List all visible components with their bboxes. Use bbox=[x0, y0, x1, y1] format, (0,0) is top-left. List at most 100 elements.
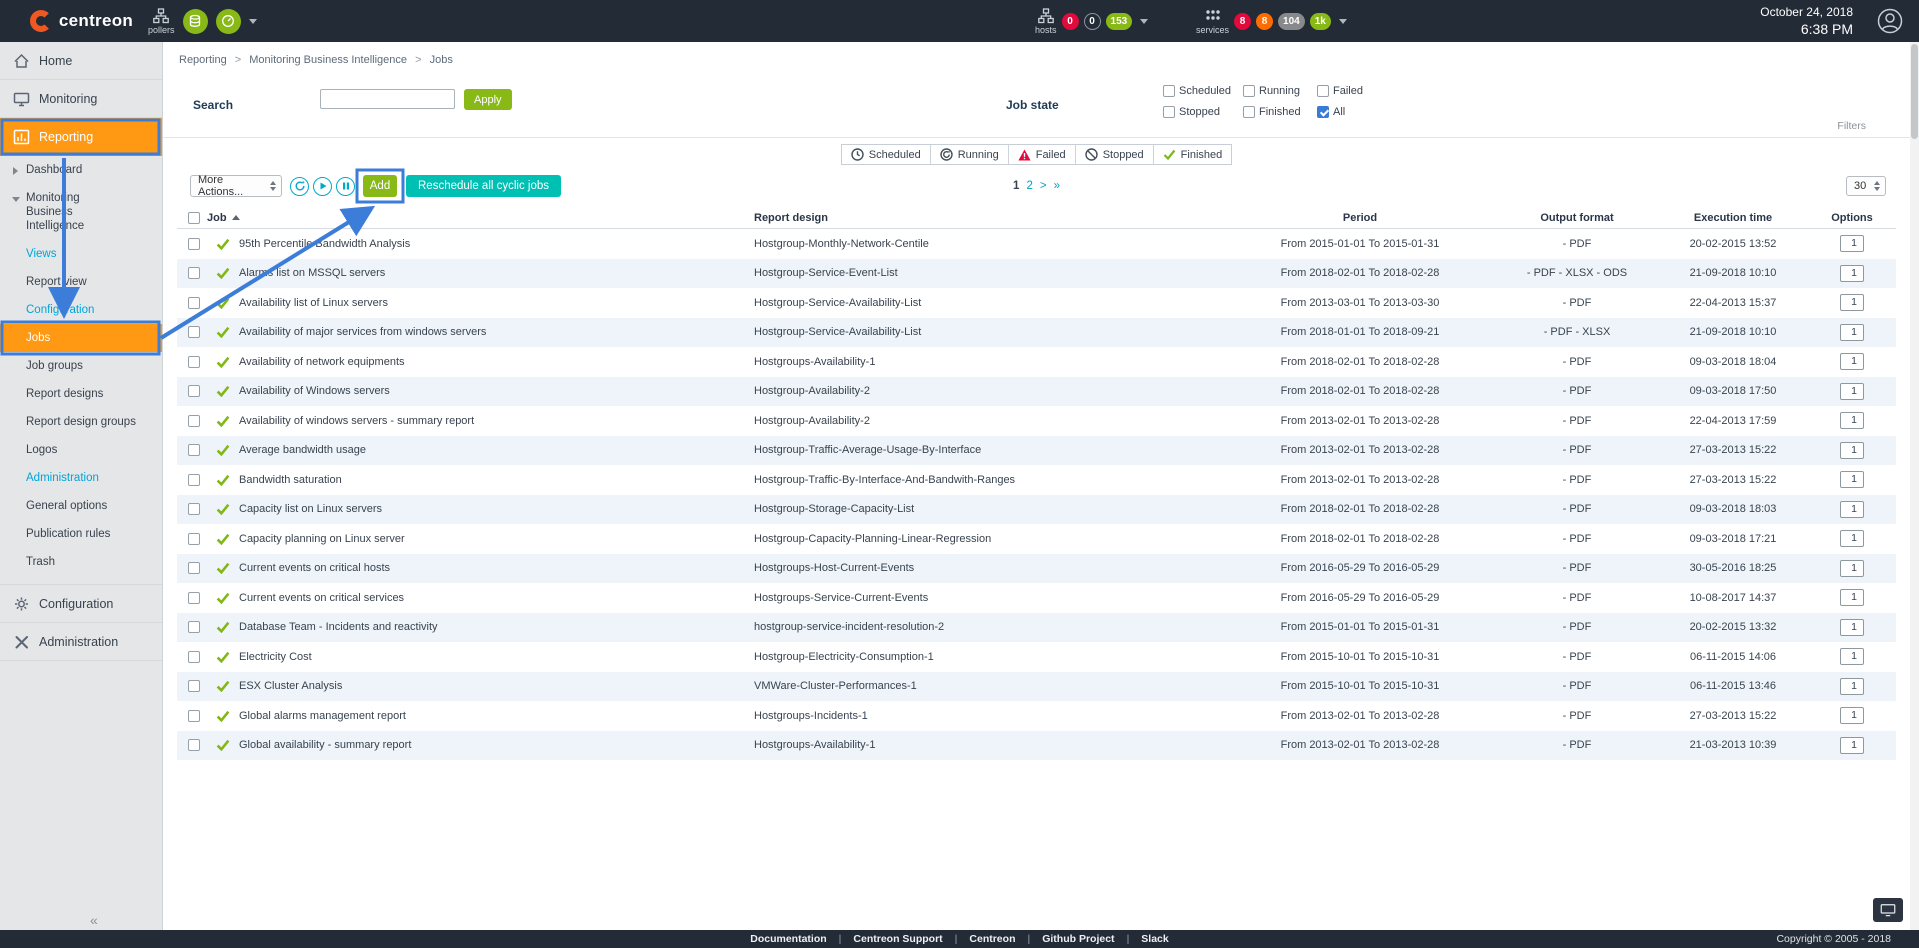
job-name-link[interactable]: Availability of network equipments bbox=[239, 356, 754, 368]
options-input[interactable]: 1 bbox=[1840, 530, 1864, 547]
job-name-link[interactable]: Availability of windows servers - summar… bbox=[239, 415, 754, 427]
job-name-link[interactable]: Current events on critical services bbox=[239, 592, 754, 604]
services-status-badge[interactable]: 1k bbox=[1310, 13, 1331, 30]
footer-link[interactable]: Documentation bbox=[750, 933, 853, 945]
row-checkbox[interactable] bbox=[188, 562, 200, 574]
breadcrumb-mbi[interactable]: Monitoring Business Intelligence bbox=[249, 54, 407, 66]
page-2-link[interactable]: 2 bbox=[1026, 180, 1032, 192]
job-name-link[interactable]: Alarms list on MSSQL servers bbox=[239, 267, 754, 279]
sidebar-item-general-options[interactable]: General options bbox=[0, 492, 162, 520]
page-next-link[interactable]: > bbox=[1040, 180, 1047, 192]
row-checkbox[interactable] bbox=[188, 710, 200, 722]
column-header-period[interactable]: Period bbox=[1224, 212, 1496, 224]
row-checkbox[interactable] bbox=[188, 238, 200, 250]
sidebar-item-reporting[interactable]: Reporting bbox=[0, 118, 162, 156]
job-name-link[interactable]: Current events on critical hosts bbox=[239, 562, 754, 574]
footer-link[interactable]: Centreon Support bbox=[853, 933, 969, 945]
row-checkbox[interactable] bbox=[188, 444, 200, 456]
options-input[interactable]: 1 bbox=[1840, 737, 1864, 754]
centreon-logo[interactable]: centreon bbox=[0, 0, 163, 42]
row-checkbox[interactable] bbox=[188, 326, 200, 338]
sidebar-item-administration-section[interactable]: Administration bbox=[0, 464, 162, 492]
running-checkbox[interactable] bbox=[1243, 85, 1255, 97]
sidebar-item-monitoring[interactable]: Monitoring bbox=[0, 80, 162, 118]
pollers-icon[interactable] bbox=[153, 8, 169, 24]
filter-all[interactable]: All bbox=[1317, 106, 1377, 118]
scrollbar-thumb[interactable] bbox=[1911, 44, 1918, 139]
column-header-output-format[interactable]: Output format bbox=[1496, 212, 1658, 224]
sidebar-item-logos[interactable]: Logos bbox=[0, 436, 162, 464]
options-input[interactable]: 1 bbox=[1840, 265, 1864, 282]
hosts-status-badge[interactable]: 0 bbox=[1062, 13, 1079, 30]
row-checkbox[interactable] bbox=[188, 474, 200, 486]
sidebar-item-report-design-groups[interactable]: Report design groups bbox=[0, 408, 162, 436]
options-input[interactable]: 1 bbox=[1840, 678, 1864, 695]
filter-scheduled[interactable]: Scheduled bbox=[1163, 85, 1243, 97]
options-input[interactable]: 1 bbox=[1840, 294, 1864, 311]
finished-checkbox[interactable] bbox=[1243, 106, 1255, 118]
sidebar-item-report-view[interactable]: Report view bbox=[0, 268, 162, 296]
job-name-link[interactable]: Bandwidth saturation bbox=[239, 474, 754, 486]
job-name-link[interactable]: Average bandwidth usage bbox=[239, 444, 754, 456]
job-name-link[interactable]: Availability of major services from wind… bbox=[239, 326, 754, 338]
poller-latency-status-icon[interactable] bbox=[216, 9, 241, 34]
row-checkbox[interactable] bbox=[188, 297, 200, 309]
options-input[interactable]: 1 bbox=[1840, 648, 1864, 665]
column-header-report-design[interactable]: Report design bbox=[754, 212, 1224, 224]
job-name-link[interactable]: 95th Percentile Bandwidth Analysis bbox=[239, 238, 754, 250]
footer-link[interactable]: Centreon bbox=[969, 933, 1042, 945]
job-name-link[interactable]: Availability of Windows servers bbox=[239, 385, 754, 397]
sidebar-item-views[interactable]: Views bbox=[0, 240, 162, 268]
sidebar-item-dashboard[interactable]: Dashboard bbox=[0, 156, 162, 184]
more-actions-select[interactable]: More Actions... bbox=[190, 175, 282, 197]
row-checkbox[interactable] bbox=[188, 267, 200, 279]
user-menu[interactable] bbox=[1877, 8, 1903, 39]
select-all-checkbox[interactable] bbox=[188, 212, 200, 224]
column-header-job[interactable]: Job bbox=[207, 212, 754, 224]
sidebar-item-administration[interactable]: Administration bbox=[0, 623, 162, 661]
job-name-link[interactable]: Global alarms management report bbox=[239, 710, 754, 722]
row-checkbox[interactable] bbox=[188, 621, 200, 633]
add-button[interactable]: Add bbox=[363, 175, 397, 197]
footer-link[interactable]: Slack bbox=[1141, 933, 1168, 945]
options-input[interactable]: 1 bbox=[1840, 324, 1864, 341]
services-icon[interactable] bbox=[1205, 8, 1221, 24]
sidebar-item-report-designs[interactable]: Report designs bbox=[0, 380, 162, 408]
job-name-link[interactable]: Database Team - Incidents and reactivity bbox=[239, 621, 754, 633]
row-checkbox[interactable] bbox=[188, 415, 200, 427]
options-input[interactable]: 1 bbox=[1840, 471, 1864, 488]
options-input[interactable]: 1 bbox=[1840, 589, 1864, 606]
reschedule-all-button[interactable]: Reschedule all cyclic jobs bbox=[406, 175, 561, 197]
sidebar-item-configuration-section[interactable]: Configuration bbox=[0, 296, 162, 324]
sidebar-item-trash[interactable]: Trash bbox=[0, 548, 162, 576]
job-name-link[interactable]: Availability list of Linux servers bbox=[239, 297, 754, 309]
sidebar-item-publication-rules[interactable]: Publication rules bbox=[0, 520, 162, 548]
options-input[interactable]: 1 bbox=[1840, 707, 1864, 724]
options-input[interactable]: 1 bbox=[1840, 619, 1864, 636]
job-name-link[interactable]: Capacity list on Linux servers bbox=[239, 503, 754, 515]
apply-button[interactable]: Apply bbox=[464, 89, 512, 110]
poller-database-status-icon[interactable] bbox=[183, 9, 208, 34]
row-checkbox[interactable] bbox=[188, 503, 200, 515]
sidebar-item-job-groups[interactable]: Job groups bbox=[0, 352, 162, 380]
row-checkbox[interactable] bbox=[188, 385, 200, 397]
sidebar-item-home[interactable]: Home bbox=[0, 42, 162, 80]
options-input[interactable]: 1 bbox=[1840, 501, 1864, 518]
options-input[interactable]: 1 bbox=[1840, 412, 1864, 429]
play-button[interactable] bbox=[313, 177, 332, 196]
job-name-link[interactable]: ESX Cluster Analysis bbox=[239, 680, 754, 692]
row-checkbox[interactable] bbox=[188, 739, 200, 751]
stopped-checkbox[interactable] bbox=[1163, 106, 1175, 118]
filter-finished[interactable]: Finished bbox=[1243, 106, 1317, 118]
footer-link[interactable]: Github Project bbox=[1042, 933, 1141, 945]
column-header-execution-time[interactable]: Execution time bbox=[1658, 212, 1808, 224]
filter-stopped[interactable]: Stopped bbox=[1163, 106, 1243, 118]
pollers-chevron-down-icon[interactable] bbox=[249, 19, 257, 24]
scheduled-checkbox[interactable] bbox=[1163, 85, 1175, 97]
sidebar-item-monitoring-business-intelligence[interactable]: Monitoring Business Intelligence bbox=[0, 184, 162, 240]
all-checkbox[interactable] bbox=[1317, 106, 1329, 118]
services-status-badge[interactable]: 8 bbox=[1234, 13, 1251, 30]
options-input[interactable]: 1 bbox=[1840, 383, 1864, 400]
refresh-button[interactable] bbox=[290, 177, 309, 196]
filter-running[interactable]: Running bbox=[1243, 85, 1317, 97]
